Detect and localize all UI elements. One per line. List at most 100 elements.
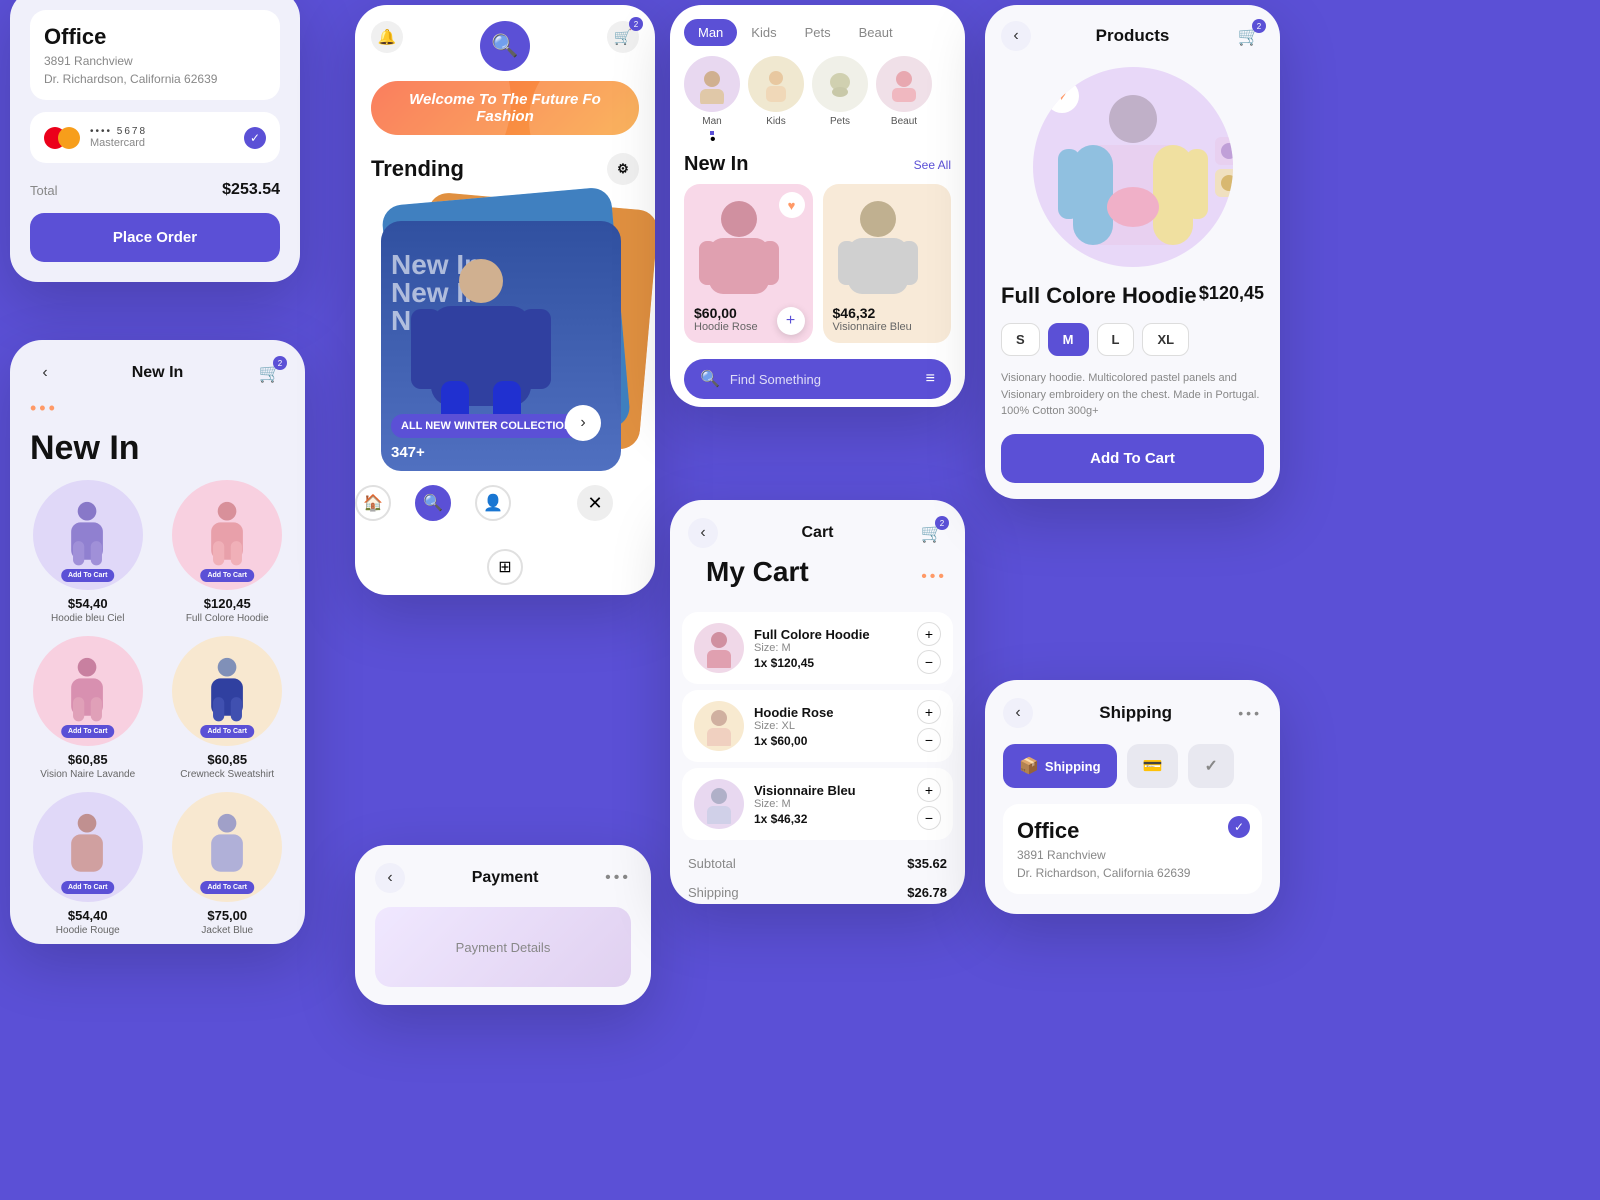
product-price: $60,85 — [164, 752, 292, 767]
shipping-menu[interactable]: ••• — [1238, 705, 1262, 721]
cart-button[interactable]: 🛒 2 — [255, 358, 285, 388]
shipping-step-3[interactable]: ✓ — [1188, 744, 1233, 788]
qty-increase-2[interactable]: + — [917, 700, 941, 724]
cart-back-button[interactable]: ‹ — [688, 518, 718, 548]
fashion-price-2: $46,32 — [833, 305, 942, 321]
tab-beauty[interactable]: Beaut — [845, 19, 907, 46]
person-figure — [200, 812, 255, 882]
qty-decrease-3[interactable]: − — [917, 806, 941, 830]
product-name: Vision Naire Lavande — [24, 769, 152, 780]
cart-icon-button[interactable]: 🛒 2 — [917, 518, 947, 548]
add-product-button-1[interactable]: + — [777, 307, 805, 335]
product-info: Full Colore Hoodie $120,45 S M L XL Visi… — [985, 283, 1280, 420]
payment-method-block: •••• 5678 Mastercard ✓ — [30, 112, 280, 163]
trending-images: New In ALL NEW WINTER COLLECTION New In … — [371, 191, 639, 471]
cart-item-1: Full Colore Hoodie Size: M 1x $120,45 + … — [682, 612, 953, 684]
list-item: Add To Cart $75,00 Jacket Blue — [164, 792, 292, 936]
subtotal-row: Subtotal $35.62 — [670, 846, 965, 875]
product-price: $54,40 — [24, 596, 152, 611]
list-item: Add To Cart $54,40 Hoodie Rouge — [24, 792, 152, 936]
profile-nav-button[interactable]: 👤 — [475, 485, 511, 521]
person-figure — [60, 812, 115, 882]
shipping-step-icon: 📦 — [1019, 756, 1039, 776]
cart-icon[interactable]: 🛒 2 — [607, 21, 639, 53]
cart-item-price-1: 1x $120,45 — [754, 656, 907, 670]
shipping-address-2: Dr. Richardson, California 62639 — [1017, 866, 1248, 880]
qty-decrease-1[interactable]: − — [917, 650, 941, 674]
cart-options-menu[interactable]: ••• — [921, 568, 947, 586]
add-to-cart-badge[interactable]: Add To Cart — [61, 881, 115, 894]
shipping-address-1: 3891 Ranchview — [1017, 848, 1248, 862]
see-all-link[interactable]: See All — [914, 158, 951, 172]
add-to-cart-badge[interactable]: Add To Cart — [200, 725, 254, 738]
color-swatch-1 — [1215, 137, 1233, 165]
cart-item-name-3: Visionnaire Bleu — [754, 783, 907, 798]
tab-kids[interactable]: Kids — [737, 19, 790, 46]
tab-pets[interactable]: Pets — [791, 19, 845, 46]
tab-man[interactable]: Man — [684, 19, 737, 46]
cart-badge: 2 — [629, 17, 643, 31]
fashion-section-header: New In See All — [670, 145, 965, 176]
fashion-card: Man Kids Pets Beaut Man • Kids — [670, 5, 965, 407]
shipping-back-button[interactable]: ‹ — [1003, 698, 1033, 728]
payment-menu[interactable]: ••• — [605, 869, 631, 887]
filter-icon[interactable]: ≡ — [926, 370, 935, 388]
payment-step-icon: 💳 — [1143, 756, 1163, 776]
qty-increase-1[interactable]: + — [917, 622, 941, 646]
search-button[interactable]: 🔍 — [480, 21, 530, 71]
list-item: Add To Cart $60,85 Crewneck Sweatshirt — [164, 636, 292, 780]
size-s[interactable]: S — [1001, 323, 1040, 356]
search-nav-button[interactable]: 🔍 — [415, 485, 451, 521]
payment-title: Payment — [472, 869, 539, 887]
wishlist-button-1[interactable]: ♥ — [779, 192, 805, 218]
confirm-step-icon: ✓ — [1204, 756, 1217, 776]
close-button[interactable]: ✕ — [577, 485, 613, 521]
payment-card: ‹ Payment ••• Payment Details — [355, 845, 651, 1005]
home-nav-button[interactable]: 🏠 — [355, 485, 391, 521]
my-cart-title: My Cart — [688, 556, 827, 598]
place-order-button[interactable]: Place Order — [30, 213, 280, 262]
bell-icon[interactable]: 🔔 — [371, 21, 403, 53]
color-swatch-2 — [1215, 169, 1233, 197]
add-to-cart-badge[interactable]: Add To Cart — [200, 569, 254, 582]
trending-card: 🔔 🔍 🛒 2 Welcome To The Future Fo Fashion… — [355, 5, 655, 595]
size-m[interactable]: M — [1048, 323, 1089, 356]
search-bar-placeholder: Find Something — [730, 372, 821, 387]
cat-label-pets: Pets — [830, 116, 850, 127]
size-xl[interactable]: XL — [1142, 323, 1189, 356]
shipping-step-1[interactable]: 📦 Shipping — [1003, 744, 1117, 788]
cat-avatar-kids[interactable]: Kids — [748, 56, 804, 135]
add-to-cart-button[interactable]: Add To Cart — [1001, 434, 1264, 483]
add-to-cart-badge[interactable]: Add To Cart — [61, 725, 115, 738]
filter-icon[interactable]: ⚙ — [607, 153, 639, 185]
next-button[interactable]: › — [565, 405, 601, 441]
qty-controls-2: + − — [917, 700, 941, 752]
add-to-cart-badge[interactable]: Add To Cart — [200, 881, 254, 894]
product-price: $75,00 — [164, 908, 292, 923]
fashion-product-grid: ♥ $60,00 Hoodie Rose + $46,32 Visionnair… — [670, 176, 965, 351]
search-bar[interactable]: 🔍 Find Something ≡ — [684, 359, 951, 399]
add-to-cart-badge[interactable]: Add To Cart — [61, 569, 115, 582]
qty-decrease-2[interactable]: − — [917, 728, 941, 752]
qty-increase-3[interactable]: + — [917, 778, 941, 802]
newin-page-title: New In — [10, 419, 305, 472]
grid-button[interactable]: ⊞ — [487, 549, 523, 585]
product-wishlist-button[interactable]: ♥ — [1045, 79, 1079, 113]
product-name: Full Colore Hoodie — [1001, 283, 1197, 309]
cat-avatar-beauty[interactable]: Beaut — [876, 56, 932, 135]
payment-back-button[interactable]: ‹ — [375, 863, 405, 893]
cat-avatar-man[interactable]: Man • — [684, 56, 740, 135]
cat-avatar-pets[interactable]: Pets — [812, 56, 868, 135]
size-l[interactable]: L — [1097, 323, 1135, 356]
shipping-step-2[interactable]: 💳 — [1127, 744, 1179, 788]
dots-menu[interactable]: ••• — [10, 388, 305, 419]
category-avatars: Man • Kids Pets — [670, 46, 965, 145]
product-price: $60,85 — [24, 752, 152, 767]
banner-text: Welcome To The Future Fo Fashion — [387, 91, 623, 125]
back-button[interactable]: ‹ — [30, 358, 60, 388]
products-cart-icon[interactable]: 🛒 2 — [1234, 21, 1264, 51]
products-back-button[interactable]: ‹ — [1001, 21, 1031, 51]
person-figure — [60, 500, 115, 570]
selected-indicator: ✓ — [244, 127, 266, 149]
product-hero-image: ♥ — [1033, 67, 1233, 267]
